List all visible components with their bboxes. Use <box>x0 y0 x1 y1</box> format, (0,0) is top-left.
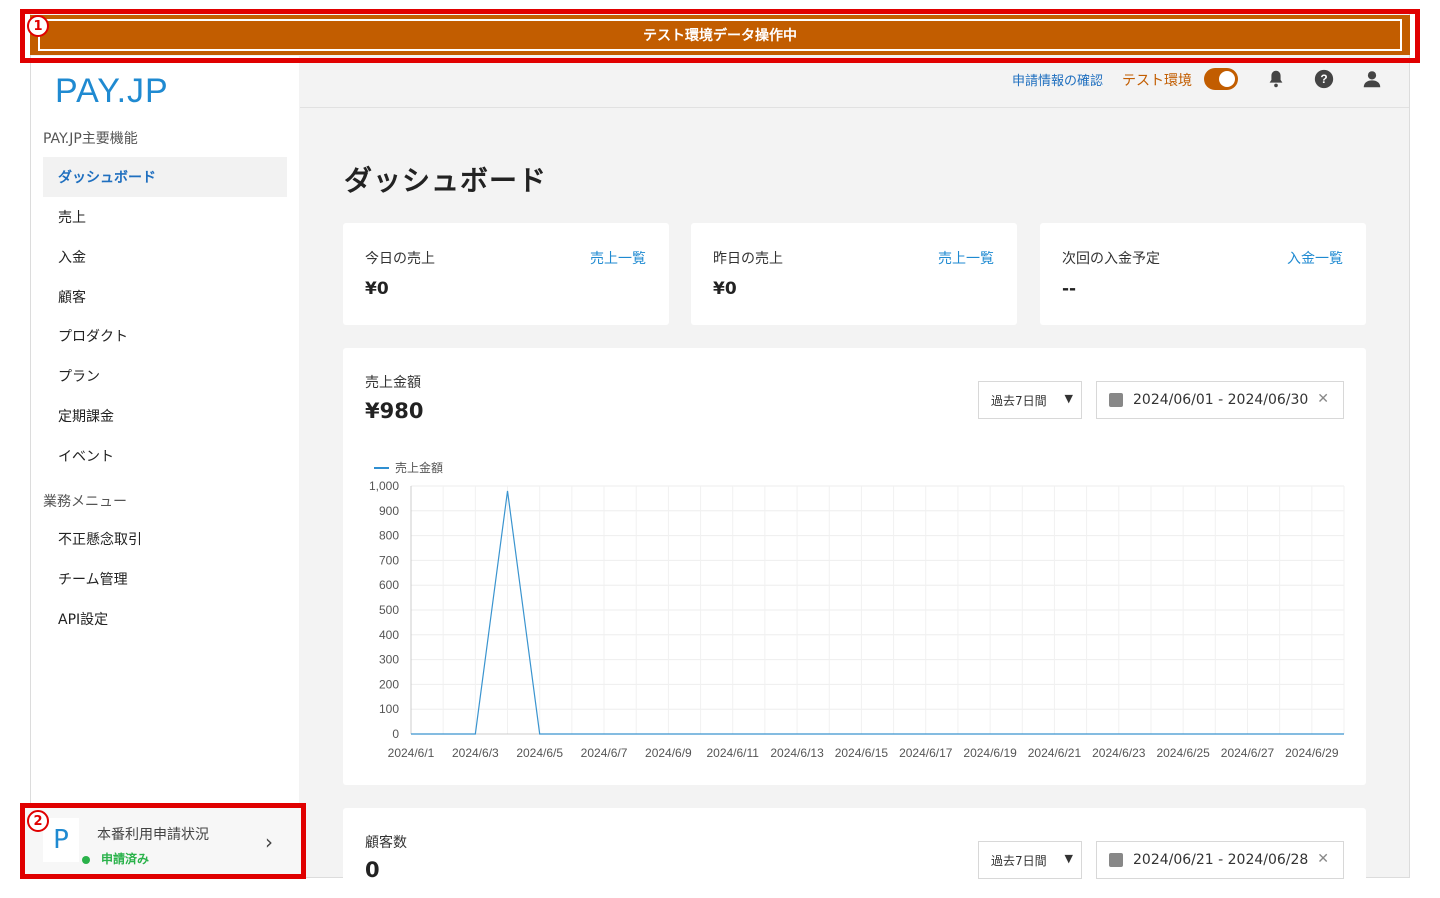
svg-text:?: ? <box>1320 72 1327 86</box>
y-tick-label: 800 <box>379 529 399 543</box>
y-tick-label: 0 <box>392 727 399 741</box>
x-tick-label: 2024/6/29 <box>1285 746 1339 760</box>
y-tick-label: 500 <box>379 603 399 617</box>
card-next-deposit: 次回の入金予定 入金一覧 -- <box>1040 223 1366 325</box>
sales-list-link[interactable]: 売上一覧 <box>590 248 646 268</box>
period-select[interactable]: 過去7日間 ▼ <box>978 841 1082 879</box>
card-today-sales: 今日の売上 売上一覧 ¥0 <box>343 223 669 325</box>
sidebar: PAY.JP PAY.JP主要機能 ダッシュボード 売上 入金 顧客 プロダクト… <box>31 56 299 878</box>
y-tick-label: 600 <box>379 578 399 592</box>
sidebar-item-subscriptions[interactable]: 定期課金 <box>43 396 287 436</box>
x-tick-label: 2024/6/23 <box>1092 746 1146 760</box>
sidebar-item-customers[interactable]: 顧客 <box>43 277 287 317</box>
application-info-link[interactable]: 申請情報の確認 <box>1012 70 1103 89</box>
top-bar: 申請情報の確認 テスト環境 ? <box>300 56 1409 108</box>
x-tick-label: 2024/6/17 <box>899 746 953 760</box>
panel-total: 0 <box>365 858 380 882</box>
test-env-toggle[interactable] <box>1204 68 1238 90</box>
sidebar-item-products[interactable]: プロダクト <box>43 316 287 356</box>
y-tick-label: 900 <box>379 504 399 518</box>
section-label-main: PAY.JP主要機能 <box>43 131 138 147</box>
series-line <box>411 490 1344 735</box>
sales-line-chart: 0 100 200 300 400 500 600 700 800 900 1,000 2024/6/… <box>369 460 1345 760</box>
user-icon[interactable] <box>1361 68 1383 90</box>
x-tick-label: 2024/6/9 <box>645 746 692 760</box>
section-label-business: 業務メニュー <box>43 494 127 510</box>
card-value: ¥0 <box>365 279 389 299</box>
y-tick-label: 400 <box>379 628 399 642</box>
date-range-value: 2024/06/21 - 2024/06/28 <box>1133 852 1309 868</box>
env-label: テスト環境 <box>1122 73 1192 89</box>
sidebar-item-api[interactable]: API設定 <box>43 599 287 639</box>
annotation-box-1 <box>20 9 1420 63</box>
x-tick-label: 2024/6/13 <box>770 746 824 760</box>
page-title: ダッシュボード <box>344 164 548 197</box>
card-label: 次回の入金予定 <box>1062 251 1160 267</box>
sales-amount-panel: 売上金額 ¥980 過去7日間 ▼ 2024/06/01 - 2024/06/3… <box>343 348 1366 785</box>
x-tick-label: 2024/6/25 <box>1156 746 1210 760</box>
bell-icon[interactable] <box>1265 68 1287 90</box>
annotation-number-1: 1 <box>27 15 49 37</box>
date-range-picker[interactable]: 2024/06/21 - 2024/06/28 ✕ <box>1096 841 1344 879</box>
help-icon[interactable]: ? <box>1313 68 1335 90</box>
sidebar-item-plans[interactable]: プラン <box>43 356 287 396</box>
sidebar-item-deposits[interactable]: 入金 <box>43 237 287 277</box>
sidebar-item-team[interactable]: チーム管理 <box>43 559 287 599</box>
legend-label: 売上金額 <box>395 460 443 475</box>
sidebar-item-events[interactable]: イベント <box>43 436 287 476</box>
card-value: ¥0 <box>713 279 737 299</box>
x-tick-label: 2024/6/7 <box>581 746 628 760</box>
payjp-logo[interactable]: PAY.JP <box>55 72 169 111</box>
customers-panel: 顧客数 0 過去7日間 ▼ 2024/06/21 - 2024/06/28 ✕ <box>343 808 1366 898</box>
x-tick-label: 2024/6/19 <box>963 746 1017 760</box>
sales-list-link[interactable]: 売上一覧 <box>938 248 994 268</box>
card-yesterday-sales: 昨日の売上 売上一覧 ¥0 <box>691 223 1017 325</box>
x-tick-label: 2024/6/1 <box>388 746 435 760</box>
x-tick-label: 2024/6/11 <box>706 746 759 760</box>
card-label: 今日の売上 <box>365 251 435 267</box>
annotation-number-2: 2 <box>27 810 49 832</box>
card-label: 昨日の売上 <box>713 251 783 267</box>
x-tick-label: 2024/6/27 <box>1221 746 1275 760</box>
main-content: ダッシュボード 今日の売上 売上一覧 ¥0 昨日の売上 売上一覧 ¥0 次回の入… <box>300 109 1409 898</box>
x-tick-label: 2024/6/15 <box>835 746 889 760</box>
y-tick-label: 700 <box>379 553 399 567</box>
sidebar-item-fraud[interactable]: 不正懸念取引 <box>43 519 287 559</box>
panel-label: 顧客数 <box>365 835 407 851</box>
clear-icon[interactable]: ✕ <box>1317 851 1329 867</box>
annotation-box-2 <box>20 803 306 879</box>
x-tick-label: 2024/6/5 <box>516 746 563 760</box>
period-select-value: 過去7日間 <box>991 853 1047 868</box>
y-tick-label: 100 <box>379 702 399 716</box>
sidebar-item-sales[interactable]: 売上 <box>43 197 287 237</box>
x-tick-label: 2024/6/3 <box>452 746 499 760</box>
y-tick-label: 200 <box>379 677 399 691</box>
card-value: -- <box>1062 279 1077 299</box>
chevron-down-icon: ▼ <box>1064 852 1073 865</box>
y-tick-label: 1,000 <box>369 479 399 493</box>
y-tick-label: 300 <box>379 653 399 667</box>
sidebar-item-dashboard[interactable]: ダッシュボード <box>43 157 287 197</box>
deposit-list-link[interactable]: 入金一覧 <box>1287 248 1343 268</box>
calendar-icon <box>1109 853 1123 867</box>
x-tick-label: 2024/6/21 <box>1028 746 1082 760</box>
